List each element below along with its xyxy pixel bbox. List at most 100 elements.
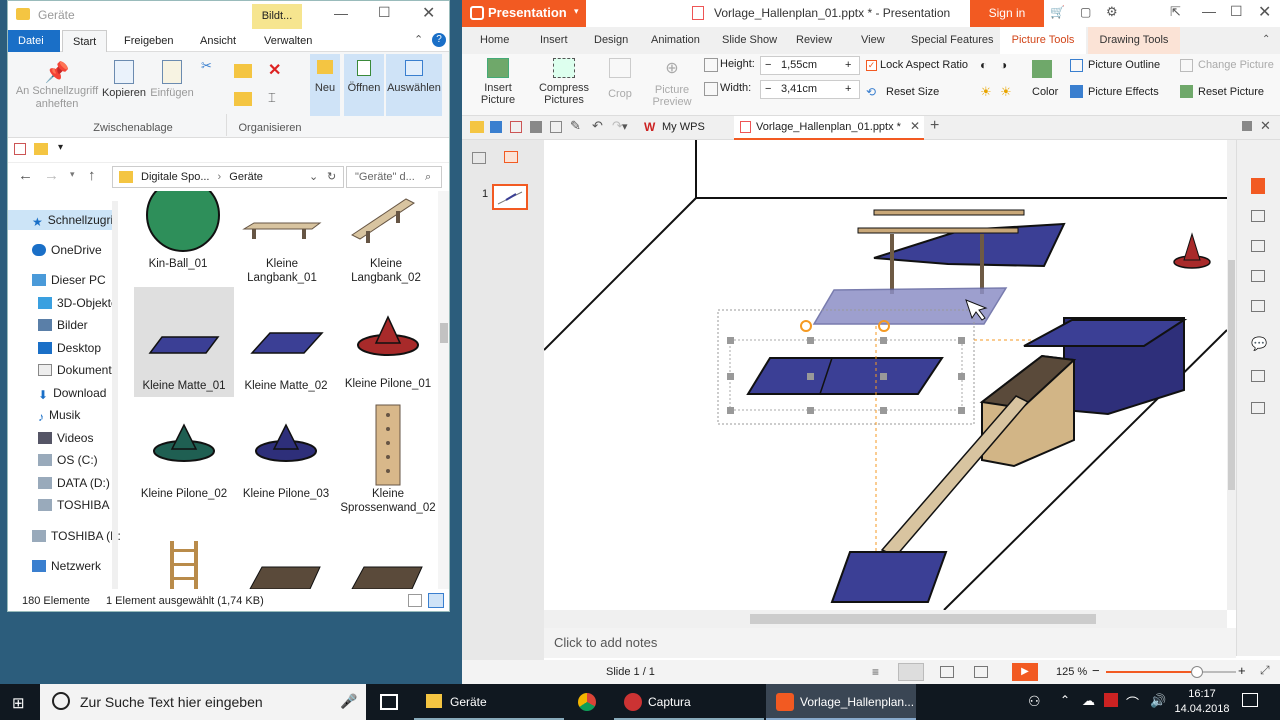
height-field[interactable]: − 1,55cm + xyxy=(760,56,860,75)
color-label[interactable]: Color xyxy=(1032,86,1058,98)
more-dropdown-icon[interactable]: ▾ xyxy=(622,120,628,133)
breadcrumb-parent[interactable]: Digitale Spo... xyxy=(141,171,209,183)
picture-outline-label[interactable]: Picture Outline xyxy=(1088,59,1160,71)
new-tab-icon[interactable]: + xyxy=(930,117,939,135)
undo-arrow-icon[interactable]: ↶ xyxy=(592,118,603,134)
show-hidden-icons-icon[interactable]: ⌃ xyxy=(1060,693,1070,707)
delete-icon[interactable]: ✕ xyxy=(268,60,281,80)
chrome-icon[interactable] xyxy=(578,693,596,711)
canvas-vertical-scrollbar[interactable] xyxy=(1227,140,1236,610)
nav-item-downloads[interactable]: ⬇ Download xyxy=(38,383,134,403)
close-icon[interactable]: ✕ xyxy=(1258,2,1271,22)
tab-datei[interactable]: Datei xyxy=(8,30,60,52)
up-arrow-icon[interactable]: ↑ xyxy=(88,167,96,184)
file-item[interactable] xyxy=(338,559,438,589)
backup-icon[interactable] xyxy=(1251,402,1265,414)
nav-item-drive-d[interactable]: DATA (D:) xyxy=(38,473,134,493)
brightness-icon[interactable]: ◑ xyxy=(1000,58,1007,72)
file-item[interactable]: Kleine Matte_02 xyxy=(236,287,336,393)
share-icon[interactable] xyxy=(1251,370,1265,382)
close-doc-icon[interactable]: ✕ xyxy=(1260,118,1271,134)
picture-preview-button[interactable]: ⊕ Picture Preview xyxy=(646,58,698,108)
reading-view-icon[interactable] xyxy=(974,666,988,678)
zoom-slider-knob[interactable] xyxy=(1191,666,1203,678)
nav-item-pictures[interactable]: Bilder xyxy=(38,315,134,335)
tab-start[interactable]: Start xyxy=(62,30,108,52)
print-icon[interactable] xyxy=(530,121,542,133)
open-button[interactable]: Öffnen xyxy=(344,54,384,116)
fit-window-icon[interactable]: ⤢ xyxy=(1260,663,1270,678)
taskbar-item-explorer[interactable]: Geräte xyxy=(414,684,564,720)
people-icon[interactable]: ⚇ xyxy=(1028,693,1041,710)
skin-icon[interactable]: ▢ xyxy=(1080,5,1091,19)
spellcheck-icon[interactable]: ✎ xyxy=(570,118,581,134)
nav-item-videos[interactable]: Videos xyxy=(38,428,134,448)
notes-toggle-icon[interactable]: ≡ xyxy=(872,665,879,679)
tab-ansicht[interactable]: Ansicht xyxy=(190,30,246,52)
restore-doc-icon[interactable] xyxy=(1242,121,1252,131)
app-menu-button[interactable]: Presentation ▾ xyxy=(462,0,586,27)
cut-icon[interactable]: ✂ xyxy=(201,58,212,74)
pin-quick-access-button[interactable]: 📌 An Schnellzugriff anheften xyxy=(12,60,102,111)
minimize-icon[interactable]: — xyxy=(1202,3,1216,19)
tab-special-features[interactable]: Special Features xyxy=(911,27,994,54)
picture-effects-label[interactable]: Picture Effects xyxy=(1088,86,1159,98)
address-bar[interactable]: Digitale Spo... › Geräte ⌄ ↻ xyxy=(112,166,344,188)
layout-icon[interactable] xyxy=(1251,240,1265,252)
nav-item-music[interactable]: ♪ Musik xyxy=(38,405,134,425)
onedrive-icon[interactable]: ☁ xyxy=(1082,693,1095,709)
plus-icon[interactable]: + xyxy=(845,81,851,98)
nav-item-quick-access[interactable]: ★ Schnellzugri xyxy=(8,210,112,230)
change-picture-label[interactable]: Change Picture xyxy=(1198,59,1274,71)
tab-review[interactable]: Review xyxy=(796,27,832,54)
breadcrumb-current[interactable]: Geräte xyxy=(229,171,263,183)
comment-icon[interactable]: 💬 xyxy=(1251,336,1267,352)
plus-icon[interactable]: + xyxy=(845,57,851,74)
nav-item-toshiba[interactable]: TOSHIBA ( xyxy=(38,495,134,515)
search-input[interactable]: "Geräte" d... ⌕ xyxy=(346,166,442,188)
compress-pictures-button[interactable]: Compress Pictures xyxy=(536,58,592,106)
contrast-icon[interactable]: ◐ xyxy=(980,58,987,72)
close-tab-icon[interactable]: ✕ xyxy=(910,119,920,133)
scrollbar-thumb[interactable] xyxy=(440,323,448,343)
copy-button[interactable]: Kopieren xyxy=(100,60,148,99)
rename-icon[interactable]: ⌶ xyxy=(268,90,276,106)
nav-item-desktop[interactable]: Desktop xyxy=(38,338,134,358)
details-view-icon[interactable] xyxy=(408,594,422,607)
taskbar-item-captura[interactable]: Captura xyxy=(614,684,764,720)
refresh-icon[interactable]: ↻ xyxy=(327,167,336,187)
file-grid-scrollbar[interactable] xyxy=(438,191,449,589)
network-icon[interactable]: ⌒ xyxy=(1126,693,1139,712)
slide-canvas[interactable] xyxy=(544,140,1227,610)
normal-view-icon[interactable] xyxy=(898,663,924,681)
gym-floor-plan[interactable] xyxy=(544,140,1227,610)
copy-to-icon[interactable] xyxy=(234,92,252,106)
recent-dropdown-icon[interactable]: ▾ xyxy=(70,169,75,180)
select-button[interactable]: Auswählen xyxy=(386,54,442,116)
tab-insert[interactable]: Insert xyxy=(540,27,568,54)
large-icons-view-icon[interactable] xyxy=(428,593,444,608)
export-pdf-icon[interactable] xyxy=(510,121,522,133)
move-to-icon[interactable] xyxy=(234,64,252,78)
nav-scrollbar[interactable] xyxy=(112,201,118,589)
new-presentation-icon[interactable] xyxy=(1251,178,1265,194)
save-icon[interactable] xyxy=(490,121,502,133)
file-item[interactable]: Kleine Sprossenwand_02 xyxy=(338,401,438,515)
file-item[interactable] xyxy=(236,559,336,589)
print-preview-icon[interactable] xyxy=(550,121,562,133)
tab-home[interactable]: Home xyxy=(480,27,509,54)
notes-area[interactable]: Click to add notes xyxy=(544,628,1236,658)
cart-icon[interactable]: 🛒 xyxy=(1050,5,1065,19)
reset-picture-label[interactable]: Reset Picture xyxy=(1198,86,1264,98)
reset-size-label[interactable]: Reset Size xyxy=(886,86,939,98)
volume-icon[interactable]: 🔊 xyxy=(1150,693,1166,709)
taskbar-item-wps[interactable]: Vorlage_Hallenplan... xyxy=(766,684,916,720)
new-folder-quick-icon[interactable] xyxy=(34,143,48,155)
maximize-icon[interactable]: ☐ xyxy=(378,4,391,21)
doc-tab-my-wps[interactable]: W My WPS xyxy=(638,116,730,140)
taskbar-search-box[interactable]: Zur Suche Text hier eingeben 🎤 xyxy=(40,684,366,720)
zoom-out-icon[interactable]: − xyxy=(1092,663,1100,678)
format-icon[interactable] xyxy=(1251,270,1265,282)
tab-freigeben[interactable]: Freigeben xyxy=(114,30,184,52)
reset-size-icon[interactable]: ⟲ xyxy=(866,85,876,99)
